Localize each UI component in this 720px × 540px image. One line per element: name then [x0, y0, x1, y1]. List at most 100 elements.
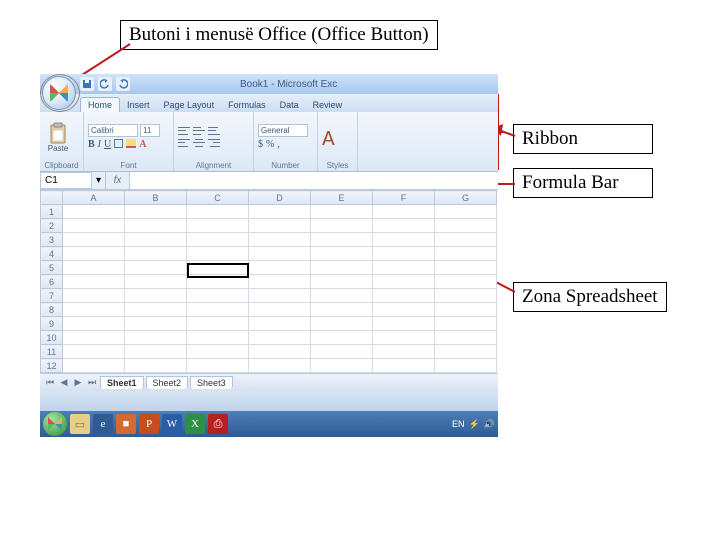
paste-button[interactable]: Paste	[44, 118, 72, 156]
cell[interactable]	[373, 359, 435, 373]
cell[interactable]	[311, 331, 373, 345]
cell[interactable]	[435, 359, 497, 373]
qat-redo-icon[interactable]	[116, 77, 130, 91]
col-header-F[interactable]: F	[373, 191, 435, 205]
cell[interactable]	[63, 317, 125, 331]
cell[interactable]	[249, 317, 311, 331]
row-header-7[interactable]: 7	[41, 289, 63, 303]
sheet-nav-next-icon[interactable]: ▶	[72, 377, 84, 389]
row-header-12[interactable]: 12	[41, 359, 63, 373]
sheet-nav-last-icon[interactable]: ⏭	[86, 377, 98, 389]
cell[interactable]	[249, 219, 311, 233]
cell[interactable]	[63, 233, 125, 247]
cell[interactable]	[187, 219, 249, 233]
cell[interactable]	[187, 275, 249, 289]
percent-button[interactable]: %	[266, 139, 274, 150]
col-header-C[interactable]: C	[187, 191, 249, 205]
cell[interactable]	[125, 317, 187, 331]
cell[interactable]	[435, 317, 497, 331]
row-header-3[interactable]: 3	[41, 233, 63, 247]
taskbar-folder-icon[interactable]: ▭	[70, 414, 90, 434]
align-middle-icon[interactable]	[193, 126, 205, 136]
font-size-select[interactable]: 11	[140, 124, 160, 137]
cell[interactable]	[125, 359, 187, 373]
cell[interactable]	[63, 359, 125, 373]
cell[interactable]	[187, 205, 249, 219]
cell[interactable]	[63, 205, 125, 219]
cell[interactable]	[249, 289, 311, 303]
fx-button[interactable]: fx	[106, 172, 130, 189]
cell[interactable]	[373, 345, 435, 359]
cell[interactable]	[435, 233, 497, 247]
cell[interactable]	[373, 205, 435, 219]
qat-save-icon[interactable]	[80, 77, 94, 91]
cell[interactable]	[435, 275, 497, 289]
cell[interactable]	[125, 275, 187, 289]
cell[interactable]	[125, 247, 187, 261]
cell[interactable]	[249, 345, 311, 359]
taskbar-pdf-icon[interactable]: ⎙	[208, 414, 228, 434]
sheet-tab-sheet3[interactable]: Sheet3	[190, 376, 233, 389]
cell[interactable]	[249, 359, 311, 373]
tray-lang[interactable]: EN	[452, 419, 465, 429]
cell[interactable]	[63, 219, 125, 233]
cell[interactable]	[435, 289, 497, 303]
cell[interactable]	[125, 331, 187, 345]
taskbar-ppt-icon[interactable]: P	[139, 414, 159, 434]
row-header-2[interactable]: 2	[41, 219, 63, 233]
cell[interactable]	[373, 289, 435, 303]
sheet-tab-sheet1[interactable]: Sheet1	[100, 376, 144, 389]
cell-styles-button[interactable]: A	[322, 124, 335, 151]
underline-button[interactable]: U	[104, 139, 111, 150]
taskbar-word-icon[interactable]: W	[162, 414, 182, 434]
sheet-nav-prev-icon[interactable]: ◀	[58, 377, 70, 389]
spreadsheet-grid[interactable]: ABCDEFG123456789101112	[40, 190, 498, 373]
cell[interactable]	[373, 247, 435, 261]
tab-home[interactable]: Home	[80, 97, 120, 112]
cell[interactable]	[187, 261, 249, 275]
cell[interactable]	[63, 247, 125, 261]
cell[interactable]	[125, 233, 187, 247]
cell[interactable]	[187, 359, 249, 373]
cell[interactable]	[63, 345, 125, 359]
cell[interactable]	[125, 345, 187, 359]
cell[interactable]	[63, 261, 125, 275]
sheet-nav-first-icon[interactable]: ⏮	[44, 377, 56, 389]
tab-data[interactable]: Data	[273, 98, 306, 112]
border-button[interactable]	[114, 139, 123, 148]
cell[interactable]	[435, 331, 497, 345]
currency-button[interactable]: $	[258, 139, 263, 150]
cell[interactable]	[63, 289, 125, 303]
cell[interactable]	[435, 247, 497, 261]
cell[interactable]	[435, 261, 497, 275]
tab-insert[interactable]: Insert	[120, 98, 157, 112]
cell[interactable]	[373, 331, 435, 345]
align-right-icon[interactable]	[208, 138, 220, 148]
cell[interactable]	[249, 331, 311, 345]
cell[interactable]	[311, 317, 373, 331]
cell[interactable]	[249, 233, 311, 247]
cell[interactable]	[187, 247, 249, 261]
cell[interactable]	[187, 289, 249, 303]
cell[interactable]	[373, 317, 435, 331]
cell[interactable]	[311, 247, 373, 261]
row-header-1[interactable]: 1	[41, 205, 63, 219]
col-header-E[interactable]: E	[311, 191, 373, 205]
row-header-9[interactable]: 9	[41, 317, 63, 331]
taskbar-app-icon[interactable]: ■	[116, 414, 136, 434]
qat-undo-icon[interactable]	[98, 77, 112, 91]
cell[interactable]	[311, 359, 373, 373]
cell[interactable]	[187, 345, 249, 359]
cell[interactable]	[435, 345, 497, 359]
cell[interactable]	[63, 303, 125, 317]
start-button[interactable]	[43, 412, 67, 436]
align-center-icon[interactable]	[193, 138, 205, 148]
tab-formulas[interactable]: Formulas	[221, 98, 273, 112]
cell[interactable]	[373, 275, 435, 289]
cell[interactable]	[311, 261, 373, 275]
select-all-cell[interactable]	[41, 191, 63, 205]
align-left-icon[interactable]	[178, 138, 190, 148]
cell[interactable]	[125, 205, 187, 219]
cell[interactable]	[249, 303, 311, 317]
tab-review[interactable]: Review	[306, 98, 350, 112]
